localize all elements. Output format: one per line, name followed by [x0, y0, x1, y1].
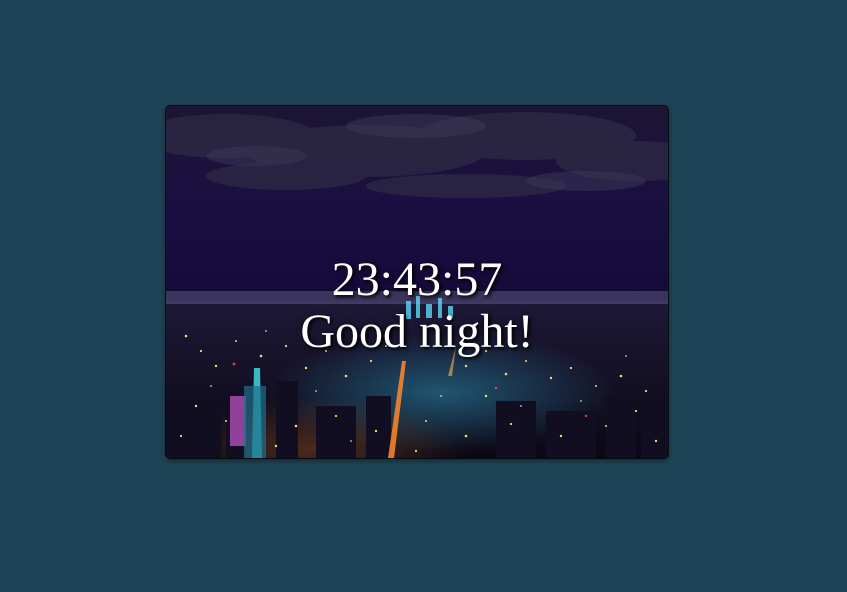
greeting-text: Good night! [300, 305, 534, 358]
clock-card: 23:43:57 Good night! [166, 106, 668, 458]
clock-time: 23:43:57 [331, 253, 503, 306]
clock-overlay: 23:43:57 Good night! [166, 254, 668, 358]
